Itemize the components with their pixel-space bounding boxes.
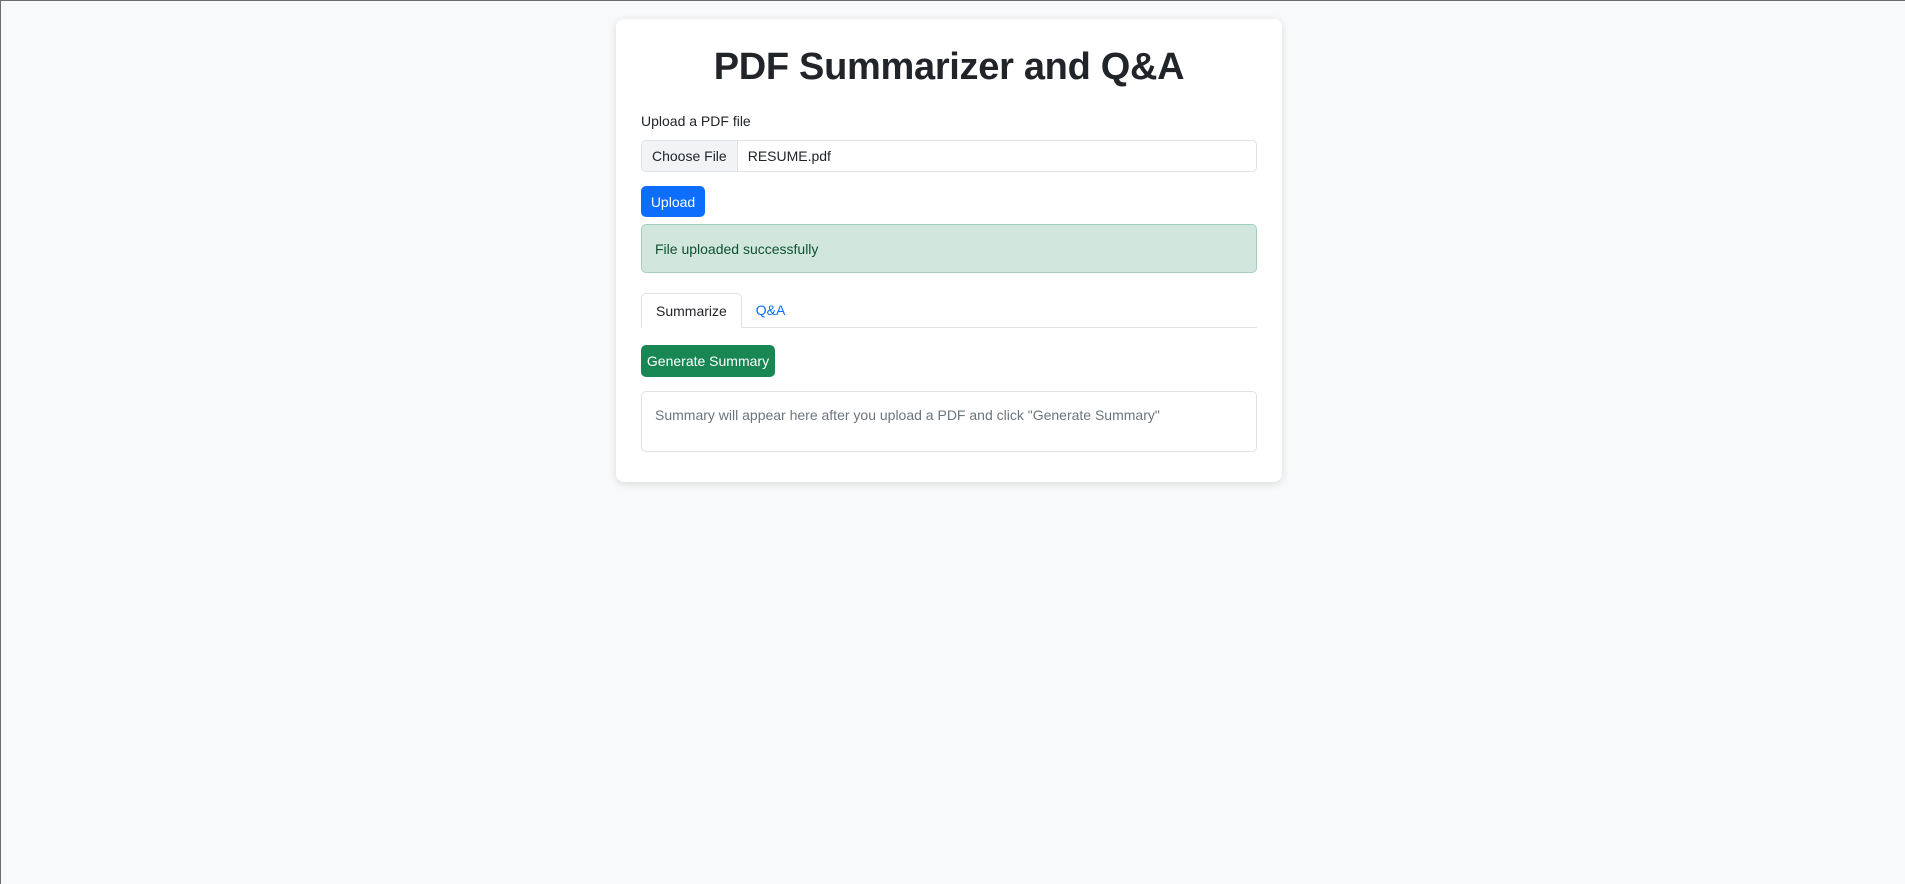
tab-bar: Summarize Q&A	[641, 293, 1257, 328]
generate-summary-button[interactable]: Generate Summary	[641, 345, 775, 377]
selected-file-name: RESUME.pdf	[747, 148, 831, 164]
summary-output: Summary will appear here after you uploa…	[641, 391, 1257, 452]
upload-label: Upload a PDF file	[641, 113, 751, 129]
alert-message: File uploaded successfully	[655, 240, 819, 257]
summary-placeholder: Summary will appear here after you uploa…	[655, 407, 1160, 423]
main-card: PDF Summarizer and Q&A Upload a PDF file…	[616, 19, 1282, 482]
choose-file-button[interactable]: Choose File	[642, 141, 738, 171]
tab-qa[interactable]: Q&A	[742, 293, 800, 327]
upload-button[interactable]: Upload	[641, 186, 705, 217]
tab-summarize[interactable]: Summarize	[641, 293, 742, 328]
success-alert: File uploaded successfully	[641, 224, 1257, 273]
page-title: PDF Summarizer and Q&A	[713, 46, 1185, 88]
file-input[interactable]: Choose File RESUME.pdf	[641, 140, 1257, 172]
